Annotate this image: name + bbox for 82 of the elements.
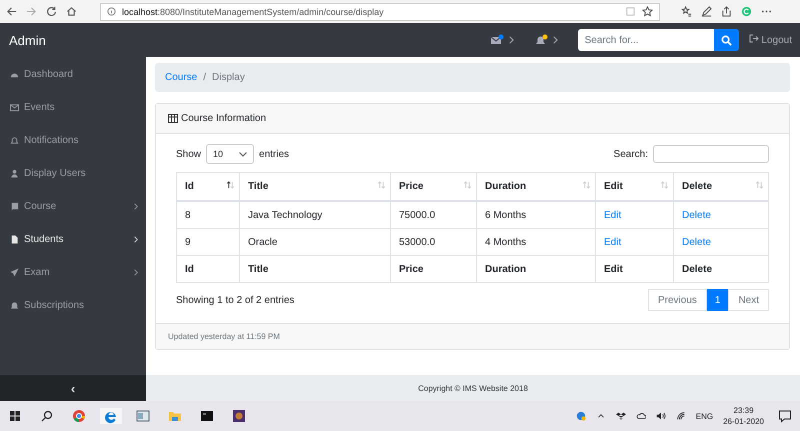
sidebar-item[interactable]: Students <box>0 223 146 256</box>
column-footer: Edit <box>604 264 623 274</box>
back-icon[interactable] <box>6 6 17 17</box>
clock[interactable]: 23:39 26-01-2020 <box>723 405 764 427</box>
favorites-icon[interactable] <box>681 6 692 17</box>
search-icon <box>720 34 732 46</box>
sidebar-item[interactable]: Display Users <box>0 157 146 190</box>
envelope-icon[interactable] <box>490 34 504 46</box>
column-footer: Id <box>185 264 194 274</box>
envelope-icon <box>10 103 19 112</box>
logout-icon <box>748 34 759 43</box>
table-cell: 75000.0 <box>399 210 436 220</box>
help-icon[interactable] <box>576 411 586 421</box>
chevron-icon <box>508 36 514 44</box>
sidebar-item[interactable]: Dashboard <box>0 58 146 91</box>
updated-text: Updated yesterday at 11:59 PM <box>168 332 280 341</box>
column-footer: Duration <box>485 264 526 274</box>
search-field[interactable]: Search for... <box>578 29 714 51</box>
column-header[interactable]: Price <box>390 172 476 201</box>
edit-link[interactable]: Edit <box>604 236 622 248</box>
user-icon <box>10 169 19 178</box>
delete-link[interactable]: Delete <box>682 210 711 220</box>
table-icon <box>168 114 178 123</box>
show-label: Show <box>176 148 202 160</box>
cloud-icon[interactable] <box>636 411 646 421</box>
table-cell: 6 Months <box>485 210 526 220</box>
breadcrumb-link[interactable]: Course <box>165 72 198 83</box>
book-icon <box>10 202 19 211</box>
dropbox-icon[interactable] <box>616 411 626 421</box>
table-cell: 9 <box>185 236 191 248</box>
speaker-icon[interactable] <box>656 411 666 421</box>
sidebar-item[interactable]: Exam <box>0 256 146 289</box>
edit-link[interactable]: Edit <box>604 210 622 220</box>
sidebar-item[interactable]: Subscriptions <box>0 289 146 322</box>
table-cell: Java Technology <box>248 210 322 220</box>
pen-icon[interactable] <box>701 6 712 17</box>
chevron-icon <box>552 36 558 44</box>
bell-icon <box>10 301 19 310</box>
sidebar-item[interactable]: Events <box>0 91 146 124</box>
refresh-icon[interactable] <box>46 6 57 17</box>
entries-info: Showing 1 to 2 of 2 entries <box>176 294 294 306</box>
home-icon[interactable] <box>66 6 77 17</box>
edge-e-icon[interactable] <box>100 408 122 424</box>
search-label: Search: <box>614 148 648 160</box>
table-cell: 8 <box>185 210 191 220</box>
column-header[interactable]: Title <box>240 172 390 201</box>
column-footer: Title <box>248 264 268 274</box>
info-icon <box>107 7 116 16</box>
column-header[interactable]: Duration <box>476 172 596 201</box>
sidebar-item[interactable]: Notifications <box>0 124 146 157</box>
table-cell: 53000.0 <box>399 236 436 248</box>
breadcrumb-separator: / <box>203 72 206 83</box>
column-footer: Delete <box>682 264 712 274</box>
page-button[interactable]: 1 <box>706 289 728 311</box>
table-search-field[interactable] <box>653 145 769 163</box>
wifi-icon[interactable] <box>676 411 686 421</box>
bell-icon[interactable] <box>534 34 548 46</box>
file-icon <box>10 235 19 244</box>
paper-plane-icon <box>10 268 19 277</box>
bell-icon <box>10 136 19 145</box>
sidebar-item[interactable]: Course <box>0 190 146 223</box>
caret-icon <box>239 152 248 156</box>
address-bar[interactable]: localhost:8080/InstituteManagementSystem/admin/course/display <box>100 2 660 20</box>
table-cell: Oracle <box>248 236 278 248</box>
search-button[interactable] <box>714 29 739 51</box>
column-header[interactable]: Id <box>176 172 240 201</box>
card-title: Course Information <box>181 113 266 124</box>
delete-link[interactable]: Delete <box>682 236 711 248</box>
entries-label: entries <box>259 148 290 160</box>
copyright-text: Copyright © IMS Website 2018 <box>418 384 528 392</box>
column-footer: Price <box>399 264 424 274</box>
breadcrumb-current: Display <box>212 72 245 83</box>
column-header[interactable]: Delete <box>674 172 768 201</box>
page-size-select[interactable]: 10 <box>206 144 254 164</box>
table-cell: 4 Months <box>485 236 526 248</box>
language-indicator[interactable]: ENG <box>696 412 714 420</box>
sidebar-toggle-button[interactable]: ‹ <box>0 375 146 401</box>
logout-link[interactable]: Logout <box>748 34 792 46</box>
star-icon[interactable] <box>642 6 653 17</box>
share-icon[interactable] <box>721 6 732 17</box>
column-header[interactable]: Edit <box>596 172 674 201</box>
brand-title[interactable]: Admin <box>9 32 46 48</box>
